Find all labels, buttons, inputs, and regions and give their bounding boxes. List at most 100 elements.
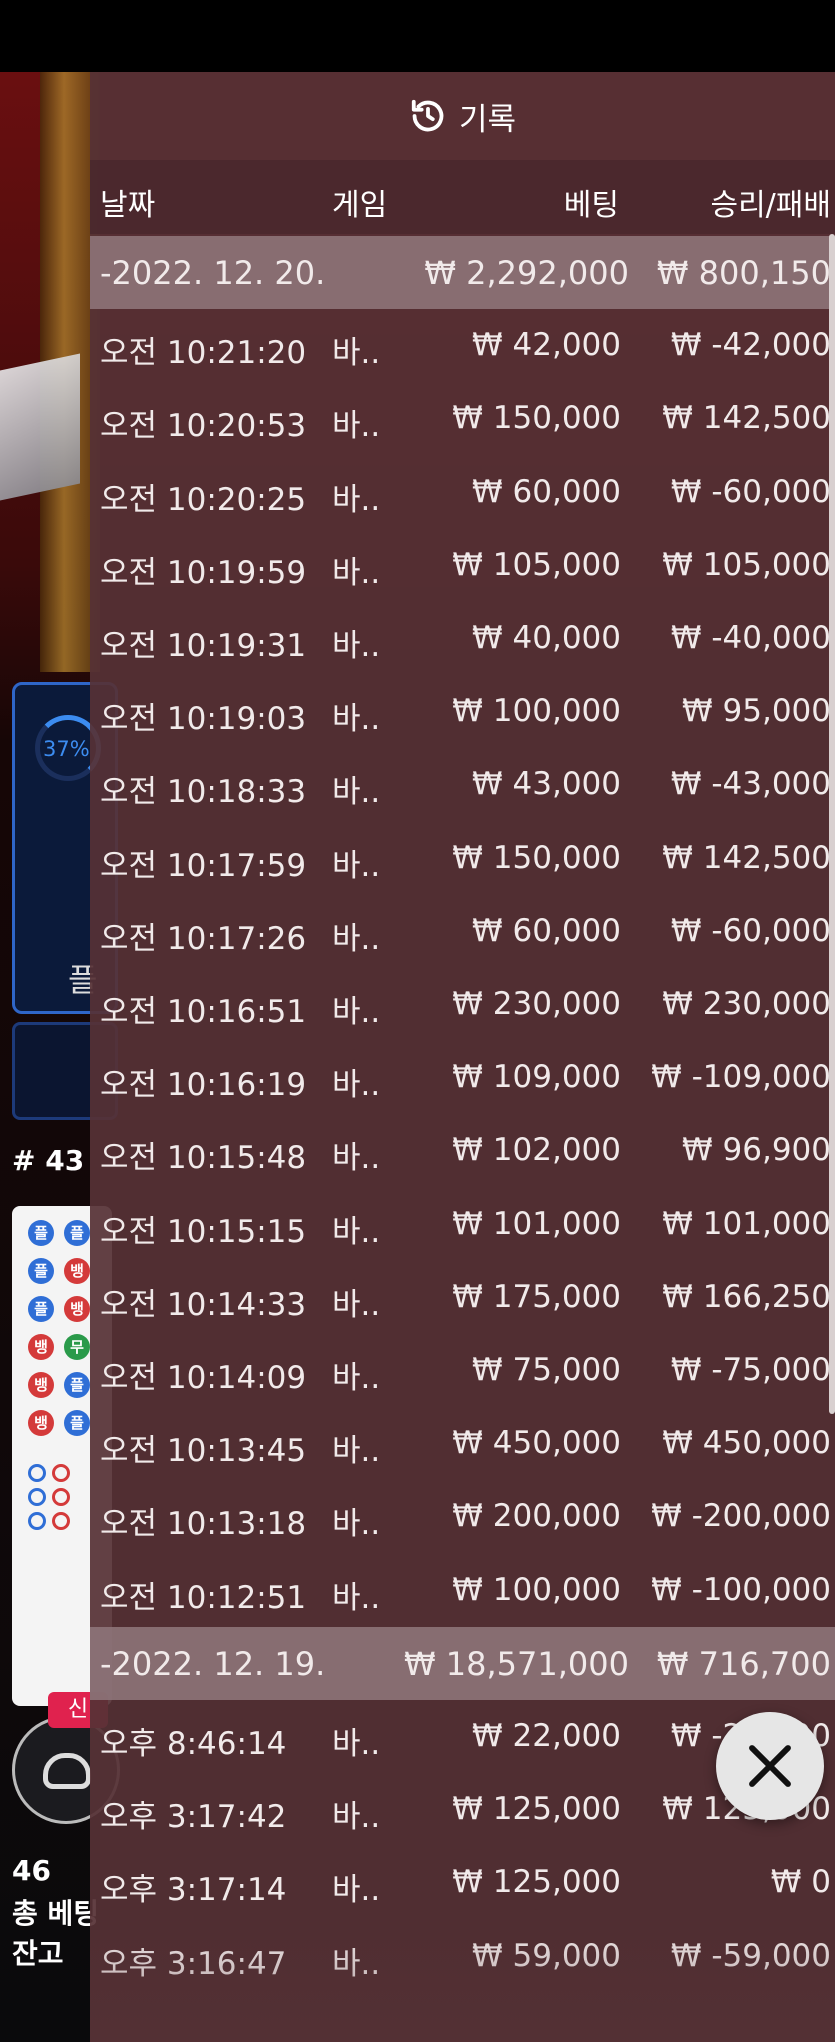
row-time: 오전 10:16:19 xyxy=(100,1067,307,1104)
history-row[interactable]: 오전 10:17:59 바.. ₩ 150,000 ₩ 142,500 xyxy=(90,822,835,895)
card-shoe xyxy=(0,353,80,501)
row-time: 오전 10:19:59 xyxy=(100,554,307,591)
row-bet: ₩ 43,000 xyxy=(472,766,621,803)
row-time: 오전 10:19:03 xyxy=(100,701,307,738)
row-game: 바.. xyxy=(332,1067,381,1104)
row-result: ₩ -60,000 xyxy=(670,473,831,510)
history-row[interactable]: 오전 10:16:51 바.. ₩ 230,000 ₩ 230,000 xyxy=(90,968,835,1041)
row-bet: ₩ 230,000 xyxy=(452,986,621,1022)
row-game: 바.. xyxy=(332,1286,381,1323)
row-result: ₩ -100,000 xyxy=(651,1571,831,1608)
row-game: 바.. xyxy=(332,1945,381,1982)
history-row[interactable]: 오전 10:16:19 바.. ₩ 109,000 ₩ -109,000 xyxy=(90,1041,835,1114)
row-result: ₩ 450,000 xyxy=(662,1425,831,1462)
row-bet: ₩ 450,000 xyxy=(452,1425,621,1462)
row-time: 오전 10:20:25 xyxy=(100,481,307,518)
group-date: -2022. 12. 20. xyxy=(100,254,326,292)
row-time: 오전 10:12:51 xyxy=(100,1579,307,1616)
row-result: ₩ 0 xyxy=(770,1864,831,1901)
date-group-row[interactable]: -2022. 12. 19. ₩ 18,571,000 ₩ 716,700 xyxy=(90,1626,835,1700)
row-bet: ₩ 200,000 xyxy=(452,1498,621,1535)
row-result: ₩ -75,000 xyxy=(670,1352,831,1388)
row-game: 바.. xyxy=(332,1799,381,1836)
row-game: 바.. xyxy=(332,628,381,664)
row-result: ₩ 101,000 xyxy=(662,1205,831,1242)
roadmap-cell: 플 xyxy=(28,1296,54,1322)
history-icon xyxy=(409,97,447,135)
row-game: 바.. xyxy=(332,1213,381,1250)
round-number: # 43 xyxy=(12,1144,85,1177)
row-game: 바.. xyxy=(332,481,381,518)
row-game: 바.. xyxy=(332,1506,381,1543)
roadmap-ring xyxy=(28,1488,46,1506)
history-row[interactable]: 오후 3:16:47 바.. ₩ 59,000 ₩ -59,000 xyxy=(90,1920,835,1993)
balance-label: 잔고 xyxy=(12,1937,64,1970)
history-row[interactable]: 오전 10:19:31 바.. ₩ 40,000 ₩ -40,000 xyxy=(90,602,835,675)
history-row[interactable]: 오전 10:12:51 바.. ₩ 100,000 ₩ -100,000 xyxy=(90,1554,835,1627)
panel-title: 기록 xyxy=(458,101,517,138)
roadmap-ring xyxy=(52,1464,70,1482)
history-row[interactable]: 오전 10:15:15 바.. ₩ 101,000 ₩ 101,000 xyxy=(90,1188,835,1261)
close-button[interactable] xyxy=(716,1712,824,1820)
row-game: 바.. xyxy=(332,994,381,1030)
row-time: 오전 10:20:53 xyxy=(100,408,307,445)
roadmap-cell: 플 xyxy=(28,1220,54,1246)
row-time: 오전 10:14:09 xyxy=(100,1360,307,1396)
panel-title-group: 기록 xyxy=(409,94,516,139)
roadmap-cell: 뱅 xyxy=(28,1410,54,1436)
group-total-result: ₩ 716,700 xyxy=(656,1644,831,1683)
history-row[interactable]: 오전 10:18:33 바.. ₩ 43,000 ₩ -43,000 xyxy=(90,748,835,821)
row-game: 바.. xyxy=(332,1140,381,1177)
row-time: 오전 10:15:48 xyxy=(100,1140,307,1177)
row-time: 오후 3:17:14 xyxy=(100,1872,287,1909)
row-bet: ₩ 42,000 xyxy=(472,327,621,364)
roadmap-cell: 플 xyxy=(64,1410,90,1436)
row-time: 오전 10:13:45 xyxy=(100,1433,307,1470)
row-result: ₩ 96,900 xyxy=(682,1132,831,1169)
row-bet: ₩ 125,000 xyxy=(452,1864,621,1901)
row-time: 오전 10:17:26 xyxy=(100,920,307,957)
history-row[interactable]: 오전 10:20:53 바.. ₩ 150,000 ₩ 142,500 xyxy=(90,382,835,455)
row-game: 바.. xyxy=(332,1872,381,1909)
row-bet: ₩ 109,000 xyxy=(452,1059,621,1096)
history-row[interactable]: 오전 10:13:18 바.. ₩ 200,000 ₩ -200,000 xyxy=(90,1480,835,1553)
row-result: ₩ -42,000 xyxy=(670,327,831,364)
scrollbar[interactable] xyxy=(829,234,835,1414)
roadmap-cell: 플 xyxy=(28,1258,54,1284)
history-row[interactable]: 오전 10:13:45 바.. ₩ 450,000 ₩ 450,000 xyxy=(90,1407,835,1480)
status-bar xyxy=(0,0,835,72)
row-bet: ₩ 102,000 xyxy=(452,1132,621,1169)
total-bet-label: 총 베팅 xyxy=(12,1897,100,1930)
history-row[interactable]: 오전 10:14:09 바.. ₩ 75,000 ₩ -75,000 xyxy=(90,1334,835,1407)
row-result: ₩ -59,000 xyxy=(670,1937,831,1974)
history-row[interactable]: 오전 10:14:33 바.. ₩ 175,000 ₩ 166,250 xyxy=(90,1261,835,1334)
row-game: 바.. xyxy=(332,408,381,445)
row-game: 바.. xyxy=(332,1726,381,1762)
history-row[interactable]: 오전 10:15:48 바.. ₩ 102,000 ₩ 96,900 xyxy=(90,1114,835,1187)
row-time: 오전 10:13:18 xyxy=(100,1506,307,1543)
column-header-game[interactable]: 게임 xyxy=(332,180,387,224)
history-row[interactable]: 오전 10:19:59 바.. ₩ 105,000 ₩ 105,000 xyxy=(90,529,835,602)
row-bet: ₩ 60,000 xyxy=(472,473,621,510)
row-result: ₩ 230,000 xyxy=(662,986,831,1022)
history-row[interactable]: 오후 3:17:14 바.. ₩ 125,000 ₩ 0 xyxy=(90,1846,835,1919)
row-time: 오전 10:17:59 xyxy=(100,847,307,884)
group-date: -2022. 12. 19. xyxy=(100,1644,326,1683)
history-row[interactable]: 오전 10:17:26 바.. ₩ 60,000 ₩ -60,000 xyxy=(90,895,835,968)
roadmap-cell: 뱅 xyxy=(64,1258,90,1284)
column-header-date[interactable]: 날짜 xyxy=(100,180,155,224)
history-row[interactable]: 오전 10:20:25 바.. ₩ 60,000 ₩ -60,000 xyxy=(90,456,835,529)
column-header-result[interactable]: 승리/패배 xyxy=(710,180,831,224)
history-row[interactable]: 오전 10:21:20 바.. ₩ 42,000 ₩ -42,000 xyxy=(90,309,835,382)
column-header-bet[interactable]: 베팅 xyxy=(564,180,619,224)
group-total-bet: ₩ 2,292,000 xyxy=(424,254,629,292)
history-row[interactable]: 오전 10:19:03 바.. ₩ 100,000 ₩ 95,000 xyxy=(90,675,835,748)
date-group-row[interactable]: -2022. 12. 20. ₩ 2,292,000 ₩ 800,150 xyxy=(90,236,835,309)
row-bet: ₩ 100,000 xyxy=(452,693,621,730)
row-result: ₩ -109,000 xyxy=(651,1059,831,1096)
row-bet: ₩ 100,000 xyxy=(452,1571,621,1608)
roadmap-ring xyxy=(28,1512,46,1530)
row-game: 바.. xyxy=(332,554,381,591)
roadmap-cell: 플 xyxy=(64,1220,90,1246)
row-result: ₩ 166,250 xyxy=(662,1278,831,1315)
